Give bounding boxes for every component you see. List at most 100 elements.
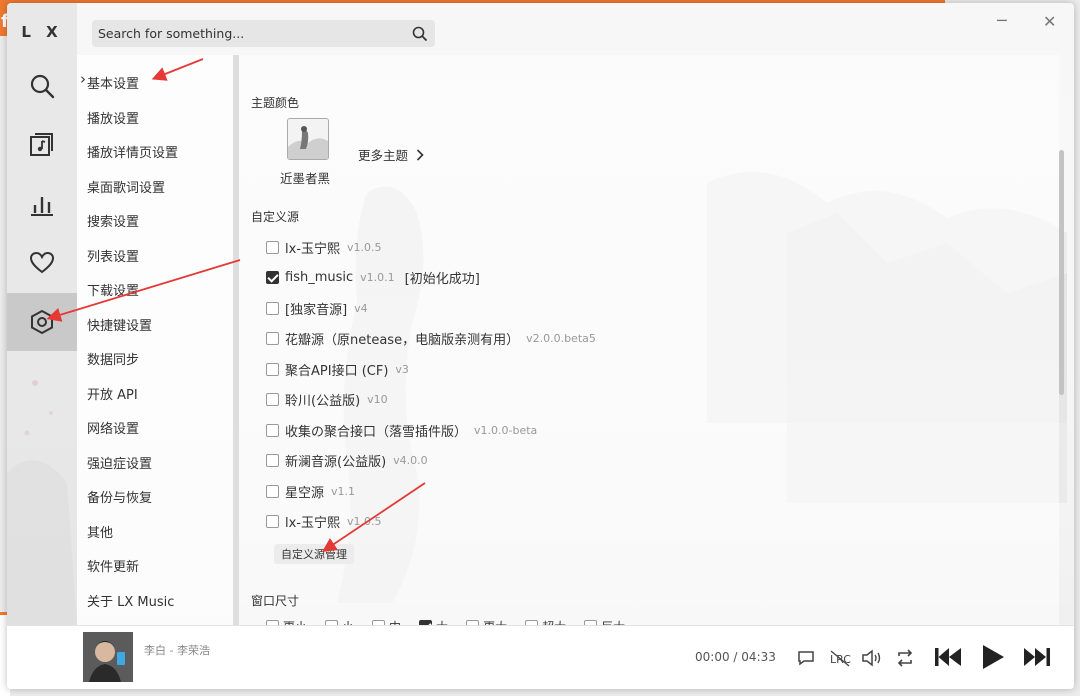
search-submit-button[interactable] [405, 20, 435, 47]
close-icon: ✕ [1043, 12, 1057, 31]
previous-track-button[interactable] [933, 644, 963, 670]
current-time: 00:00 [695, 650, 730, 664]
rail-search-button[interactable] [7, 57, 77, 115]
lyric-off-icon: LRC [830, 650, 851, 667]
comment-icon [798, 651, 814, 666]
custom-source-item[interactable]: 新澜音源(公益版) v4.0.0 [266, 451, 428, 470]
window-size-option[interactable]: 更小 [266, 618, 307, 625]
settings-nav-play[interactable]: 播放设置 [87, 108, 139, 127]
window-size-option[interactable]: 巨大 [584, 618, 625, 625]
theme-option-ink-black[interactable] [287, 118, 329, 160]
lyric-toggle-button[interactable]: LRC [829, 648, 851, 668]
more-themes-label: 更多主题 [358, 148, 409, 163]
settings-nav-backup[interactable]: 备份与恢复 [87, 487, 152, 506]
settings-nav-network[interactable]: 网络设置 [87, 418, 139, 437]
repeat-icon [897, 649, 913, 667]
custom-source-checkbox[interactable] [266, 485, 279, 498]
settings-nav-hotkey[interactable]: 快捷键设置 [87, 315, 152, 334]
custom-source-checkbox[interactable] [266, 424, 279, 437]
custom-source-section-title: 自定义源 [251, 210, 300, 224]
window-size-label: 巨大 [601, 618, 625, 625]
window-size-option[interactable]: 中 [372, 618, 401, 625]
custom-source-checkbox[interactable] [266, 302, 279, 315]
custom-source-name: 花瓣源（原netease，电脑版亲测有用） [285, 333, 520, 348]
custom-source-checkbox[interactable] [266, 515, 279, 528]
settings-nav-list[interactable]: 列表设置 [87, 246, 139, 265]
custom-source-version: v4 [354, 302, 368, 315]
custom-source-item[interactable]: 花瓣源（原netease，电脑版亲测有用） v2.0.0.beta5 [266, 329, 596, 348]
custom-source-item[interactable]: 聚合API接口 (CF) v3 [266, 360, 409, 379]
custom-source-item[interactable]: [独家音源] v4 [266, 299, 368, 318]
custom-source-checkbox[interactable] [266, 393, 279, 406]
window-size-option[interactable]: 更大 [466, 618, 507, 625]
custom-source-manage-button[interactable]: 自定义源管理 [274, 544, 354, 564]
window-size-label: 中 [389, 618, 401, 625]
rail-settings-button[interactable] [7, 293, 77, 351]
now-playing-title: 李白 - 李荣浩 [144, 644, 210, 657]
custom-source-item[interactable]: lx-玉宁熙 v1.0.5 [266, 512, 382, 531]
settings-nav-search[interactable]: 搜索设置 [87, 211, 139, 230]
custom-source-item[interactable]: 聆川(公益版) v10 [266, 390, 388, 409]
settings-nav-desktop-lyric[interactable]: 桌面歌词设置 [87, 177, 165, 196]
window-size-label: 超大 [542, 618, 566, 625]
custom-source-version: v4.0.0 [393, 454, 428, 467]
settings-nav-open-api[interactable]: 开放 API [87, 384, 138, 403]
custom-source-checkbox[interactable] [266, 271, 279, 284]
window-size-label: 更大 [483, 618, 507, 625]
volume-icon [862, 649, 881, 667]
more-themes-link[interactable]: 更多主题 [358, 145, 424, 164]
album-cover[interactable] [83, 632, 133, 682]
custom-source-item[interactable]: 星空源 v1.1 [266, 482, 355, 501]
window-size-option[interactable]: 大 [419, 618, 448, 625]
app-logo: L X [21, 23, 63, 41]
play-mode-button[interactable] [895, 648, 915, 668]
search-bar [92, 20, 435, 47]
heart-icon [29, 251, 55, 274]
settings-nav-about[interactable]: 关于 LX Music [87, 591, 174, 610]
total-duration: 04:33 [741, 650, 776, 664]
rail-favorites-button[interactable] [7, 234, 77, 292]
settings-nav-sync[interactable]: 数据同步 [87, 349, 139, 368]
nav-rail: L X [7, 3, 77, 625]
custom-source-version: v1.1 [331, 485, 356, 498]
window-size-label: 大 [436, 618, 448, 625]
settings-nav-download[interactable]: 下载设置 [87, 280, 139, 299]
settings-nav: 基本设置 播放设置 播放详情页设置 桌面歌词设置 搜索设置 列表设置 下载设置 … [77, 55, 233, 625]
rail-leaderboard-button[interactable] [7, 175, 77, 233]
custom-source-name: [独家音源] [285, 303, 348, 318]
settings-nav-ocd[interactable]: 强迫症设置 [87, 453, 152, 472]
play-button[interactable] [980, 643, 1006, 671]
content-scrollbar[interactable] [1057, 55, 1067, 625]
skip-next-icon [1024, 648, 1050, 666]
window-size-option[interactable]: 小 [325, 618, 354, 625]
custom-source-item[interactable]: 收集の聚合接口（落雪插件版） v1.0.0-beta [266, 421, 537, 440]
settings-hexagon-icon [31, 309, 53, 335]
custom-source-item[interactable]: fish_music v1.0.1 [初始化成功] [266, 268, 480, 287]
play-icon [983, 645, 1004, 669]
next-track-button[interactable] [1022, 644, 1052, 670]
close-button[interactable]: ✕ [1043, 12, 1056, 31]
window-size-option[interactable]: 超大 [525, 618, 566, 625]
volume-button[interactable] [861, 648, 883, 668]
custom-source-checkbox[interactable] [266, 241, 279, 254]
scrollbar-thumb[interactable] [1059, 150, 1064, 395]
theme-preview-image [288, 119, 328, 159]
custom-source-name: lx-玉宁熙 [285, 242, 340, 257]
custom-source-checkbox[interactable] [266, 363, 279, 376]
custom-source-version: v3 [395, 363, 409, 376]
settings-nav-basic[interactable]: 基本设置 [80, 70, 139, 92]
custom-source-version: v1.0.5 [347, 515, 382, 528]
settings-nav-play-detail[interactable]: 播放详情页设置 [87, 142, 178, 161]
minimize-button[interactable]: ─ [997, 11, 1007, 30]
custom-source-item[interactable]: lx-玉宁熙 v1.0.5 [266, 238, 382, 257]
music-playlist-icon [30, 133, 53, 156]
rail-playlist-button[interactable] [7, 116, 77, 174]
custom-source-checkbox[interactable] [266, 332, 279, 345]
settings-nav-other[interactable]: 其他 [87, 522, 113, 541]
settings-nav-update[interactable]: 软件更新 [87, 556, 139, 575]
comment-button[interactable] [796, 648, 816, 668]
search-input[interactable] [92, 26, 405, 41]
custom-source-version: v10 [367, 393, 388, 406]
custom-source-name: 收集の聚合接口（落雪插件版） [285, 425, 468, 440]
custom-source-checkbox[interactable] [266, 454, 279, 467]
